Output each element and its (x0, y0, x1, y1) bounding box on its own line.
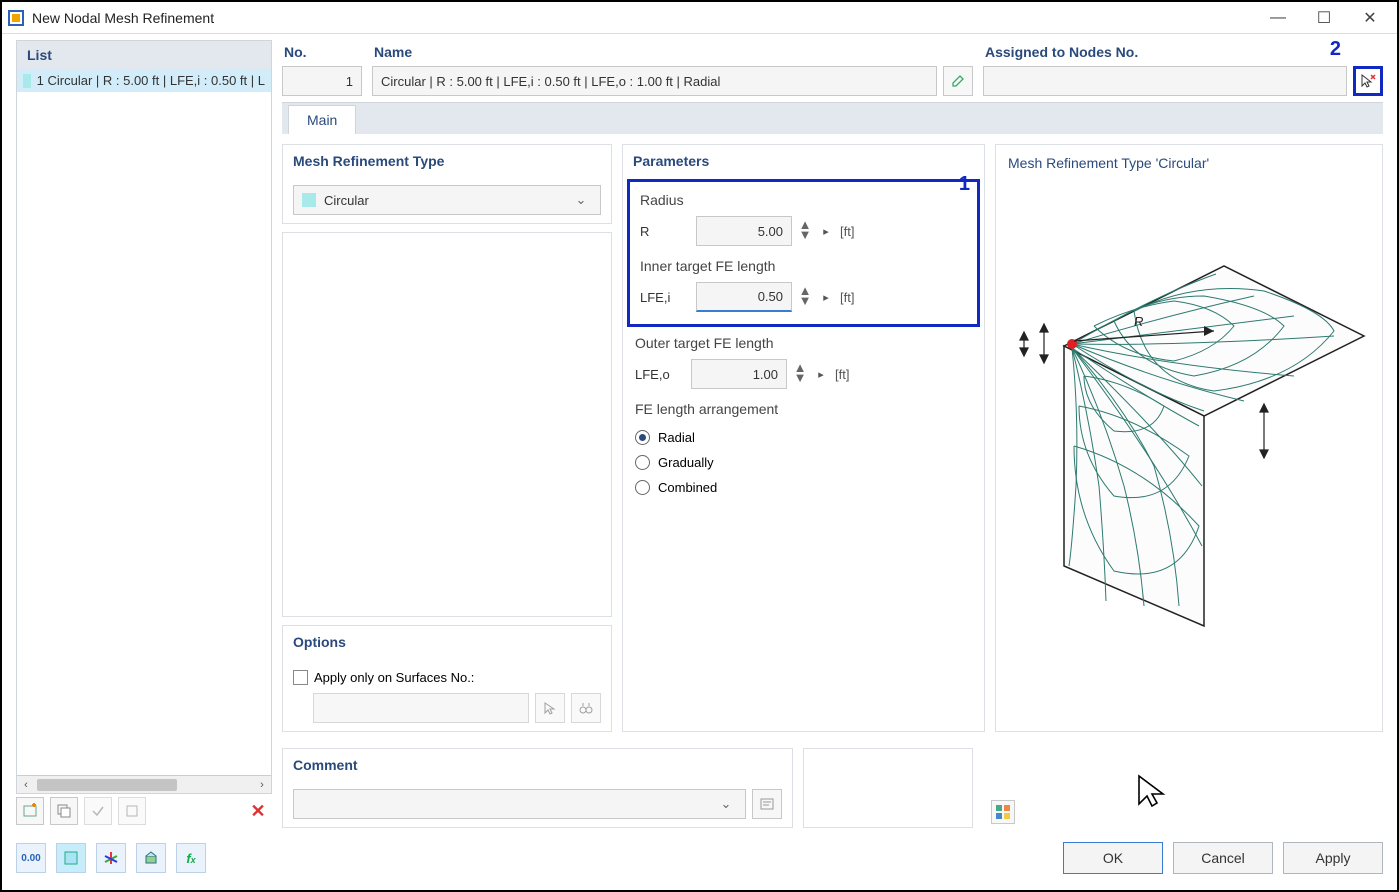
find-surfaces-button[interactable] (571, 693, 601, 723)
color-palette-button[interactable] (991, 800, 1015, 824)
titlebar: New Nodal Mesh Refinement — ☐ ✕ (2, 2, 1397, 34)
preview-header: Mesh Refinement Type 'Circular' (1002, 151, 1376, 181)
comment-header: Comment (283, 749, 792, 781)
comment-action-button[interactable] (752, 789, 782, 819)
edit-name-button[interactable] (943, 66, 973, 96)
annotation-2: 2 (1330, 38, 1341, 61)
list-toolbar: ✕ (16, 794, 272, 828)
arrangement-label: FE length arrangement (635, 401, 972, 417)
parameters-header: Parameters (623, 145, 984, 177)
list-header: List (17, 41, 271, 69)
action-icon-2[interactable] (118, 797, 146, 825)
scroll-thumb[interactable] (37, 779, 177, 791)
list-item-label: 1 Circular | R : 5.00 ft | LFE,i : 0.50 … (37, 73, 265, 88)
axes-icon[interactable] (96, 843, 126, 873)
pencil-icon (950, 73, 966, 89)
scroll-right-icon[interactable]: › (253, 779, 271, 791)
scroll-left-icon[interactable]: ‹ (17, 779, 35, 791)
outer-group-label: Outer target FE length (635, 335, 972, 351)
radio-combined[interactable]: Combined (635, 475, 972, 500)
list-panel: List 1 Circular | R : 5.00 ft | LFE,i : … (16, 40, 272, 794)
radio-gradually-indicator (635, 455, 650, 470)
binoculars-icon (579, 701, 593, 715)
bottom-bar: 0.00 fx OK Cancel Apply (16, 836, 1383, 880)
preview-diagram: R (1002, 181, 1376, 701)
surfaces-input[interactable] (313, 693, 529, 723)
ok-button[interactable]: OK (1063, 842, 1163, 874)
pick-surfaces-button[interactable] (535, 693, 565, 723)
name-input[interactable]: Circular | R : 5.00 ft | LFE,i : 0.50 ft… (372, 66, 937, 96)
note-icon (759, 796, 775, 812)
outer-unit: [ft] (835, 367, 849, 382)
view-mode-icon[interactable] (56, 843, 86, 873)
apply-button[interactable]: Apply (1283, 842, 1383, 874)
select-nodes-button[interactable] (1353, 66, 1383, 96)
render-icon[interactable] (136, 843, 166, 873)
no-label: No. (282, 40, 362, 66)
type-color-icon (302, 193, 316, 207)
assigned-label: Assigned to Nodes No. (983, 40, 1383, 66)
units-button[interactable]: 0.00 (16, 843, 46, 873)
list-body[interactable]: 1 Circular | R : 5.00 ft | LFE,i : 0.50 … (17, 69, 271, 775)
radius-symbol: R (640, 224, 690, 239)
cursor-icon (543, 701, 557, 715)
window-title: New Nodal Mesh Refinement (32, 10, 1255, 26)
tab-main[interactable]: Main (288, 105, 356, 134)
chevron-down-icon: ⌄ (715, 796, 737, 812)
inner-length-input[interactable]: 0.50 (696, 282, 792, 312)
inner-unit: [ft] (840, 290, 854, 305)
apply-only-label: Apply only on Surfaces No.: (314, 670, 474, 685)
radius-spinner[interactable]: ▲▼ (798, 221, 812, 241)
name-label: Name (372, 40, 973, 66)
cancel-button[interactable]: Cancel (1173, 842, 1273, 874)
radius-more-button[interactable]: ▸ (818, 225, 834, 238)
minimize-button[interactable]: — (1255, 4, 1301, 32)
horizontal-scrollbar[interactable]: ‹ › (17, 775, 271, 793)
radius-input[interactable]: 5.00 (696, 216, 792, 246)
preview-panel: Mesh Refinement Type 'Circular' (995, 144, 1383, 732)
palette-icon (995, 804, 1011, 820)
options-header: Options (283, 626, 611, 658)
delete-icon[interactable]: ✕ (244, 797, 272, 825)
cursor-select-icon (1359, 72, 1377, 90)
inner-group-label: Inner target FE length (640, 258, 967, 274)
svg-text:R: R (1134, 314, 1143, 329)
outer-spinner[interactable]: ▲▼ (793, 364, 807, 384)
close-button[interactable]: ✕ (1347, 4, 1393, 32)
copy-item-icon[interactable] (50, 797, 78, 825)
list-item[interactable]: 1 Circular | R : 5.00 ft | LFE,i : 0.50 … (17, 69, 271, 92)
inner-symbol: LFE,i (640, 290, 690, 305)
maximize-button[interactable]: ☐ (1301, 4, 1347, 32)
action-icon-1[interactable] (84, 797, 112, 825)
radius-group-label: Radius (640, 192, 967, 208)
chevron-down-icon: ⌄ (570, 192, 592, 208)
radio-combined-indicator (635, 480, 650, 495)
new-item-icon[interactable] (16, 797, 44, 825)
comment-combo[interactable]: ⌄ (293, 789, 746, 819)
outer-length-input[interactable]: 1.00 (691, 359, 787, 389)
parameters-panel: 1 Parameters Radius R 5.00 ▲▼ ▸ [ft] (622, 144, 985, 732)
annotation-1: 1 (959, 173, 970, 196)
app-icon (6, 8, 26, 28)
radio-radial-indicator (635, 430, 650, 445)
inner-more-button[interactable]: ▸ (818, 291, 834, 304)
type-header: Mesh Refinement Type (283, 145, 611, 177)
outer-symbol: LFE,o (635, 367, 685, 382)
radio-radial[interactable]: Radial (635, 425, 972, 450)
no-input[interactable]: 1 (282, 66, 362, 96)
outer-more-button[interactable]: ▸ (813, 368, 829, 381)
highlight-frame: Radius R 5.00 ▲▼ ▸ [ft] Inner target FE … (627, 179, 980, 327)
item-type-icon (23, 74, 31, 88)
tab-bar: Main (282, 102, 1383, 134)
radius-unit: [ft] (840, 224, 854, 239)
assigned-nodes-input[interactable] (983, 66, 1347, 96)
function-icon[interactable]: fx (176, 843, 206, 873)
inner-spinner[interactable]: ▲▼ (798, 287, 812, 307)
apply-only-checkbox[interactable] (293, 670, 308, 685)
refinement-type-combo[interactable]: Circular ⌄ (293, 185, 601, 215)
radio-gradually[interactable]: Gradually (635, 450, 972, 475)
